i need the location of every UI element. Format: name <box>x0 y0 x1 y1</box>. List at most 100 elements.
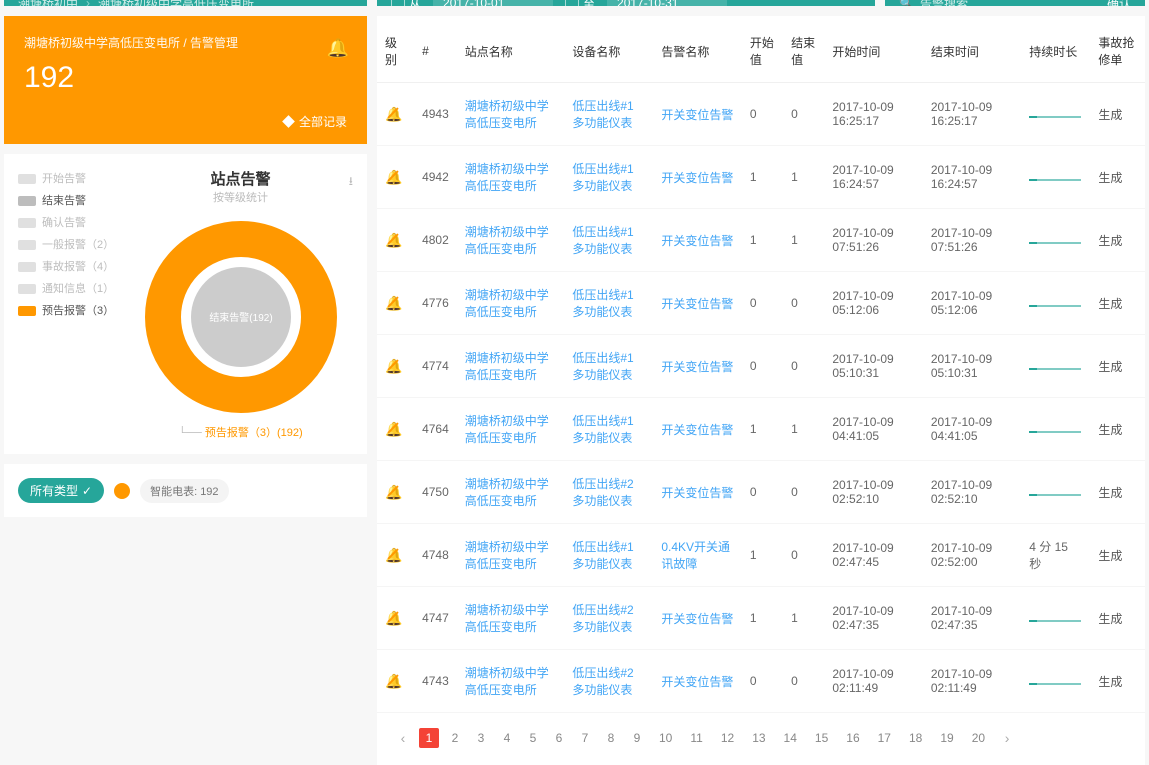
site-link[interactable]: 潮塘桥初级中学高低压变电所 <box>457 335 565 398</box>
legend-item[interactable]: 预告报警（3） <box>18 300 118 322</box>
legend-label: 事故报警（4） <box>42 256 114 278</box>
pager-page[interactable]: 7 <box>575 728 595 748</box>
alarm-link[interactable]: 开关变位告警 <box>653 650 741 713</box>
legend-item[interactable]: 结束告警 <box>18 190 118 212</box>
device-link[interactable]: 低压出线#1多功能仪表 <box>564 209 653 272</box>
device-link[interactable]: 低压出线#1多功能仪表 <box>564 83 653 146</box>
pager-page[interactable]: 9 <box>627 728 647 748</box>
id-cell: 4743 <box>414 650 457 713</box>
date-from-input[interactable] <box>433 0 553 6</box>
breadcrumb-a[interactable]: 潮塘桥初中 <box>18 0 78 6</box>
search-placeholder[interactable]: 告警搜索 <box>920 0 968 6</box>
alarm-link[interactable]: 开关变位告警 <box>653 461 741 524</box>
site-link[interactable]: 潮塘桥初级中学高低压变电所 <box>457 83 565 146</box>
device-link[interactable]: 低压出线#2多功能仪表 <box>564 650 653 713</box>
pager-page[interactable]: 19 <box>934 728 959 748</box>
pager-page[interactable]: 20 <box>966 728 991 748</box>
breadcrumb-b[interactable]: 潮塘桥初级中学高低压变电所 <box>98 0 254 6</box>
generate-button[interactable]: 生成 <box>1090 398 1145 461</box>
pager-next[interactable]: › <box>997 727 1017 749</box>
device-link[interactable]: 低压出线#1多功能仪表 <box>564 272 653 335</box>
alarm-link[interactable]: 开关变位告警 <box>653 209 741 272</box>
bell-off-icon: 🔔 <box>385 484 402 501</box>
generate-button[interactable]: 生成 <box>1090 146 1145 209</box>
alarm-summary-card: 潮塘桥初级中学高低压变电所 / 告警管理 🔔 192 全部记录 <box>4 16 367 144</box>
date-to-input[interactable] <box>607 0 727 6</box>
pager-page[interactable]: 1 <box>419 728 439 748</box>
start-time: 2017-10-09 16:25:17 <box>824 83 922 146</box>
site-link[interactable]: 潮塘桥初级中学高低压变电所 <box>457 587 565 650</box>
device-link[interactable]: 低压出线#2多功能仪表 <box>564 461 653 524</box>
pager-page[interactable]: 2 <box>445 728 465 748</box>
table-header: 设备名称 <box>564 20 653 83</box>
table-row: 🔔4743潮塘桥初级中学高低压变电所低压出线#2多功能仪表开关变位告警00201… <box>377 650 1145 713</box>
alarm-link[interactable]: 开关变位告警 <box>653 398 741 461</box>
pager-page[interactable]: 15 <box>809 728 834 748</box>
table-header: 事故抢修单 <box>1090 20 1145 83</box>
start-value: 0 <box>742 272 783 335</box>
all-types-pill[interactable]: 所有类型 ✓ <box>18 478 104 503</box>
alarm-link[interactable]: 开关变位告警 <box>653 146 741 209</box>
site-link[interactable]: 潮塘桥初级中学高低压变电所 <box>457 461 565 524</box>
download-icon[interactable]: ⭳ <box>349 172 353 193</box>
pager-page[interactable]: 5 <box>523 728 543 748</box>
generate-button[interactable]: 生成 <box>1090 524 1145 587</box>
confirm-button[interactable]: 确认 <box>1107 0 1131 6</box>
site-link[interactable]: 潮塘桥初级中学高低压变电所 <box>457 398 565 461</box>
legend-item[interactable]: 开始告警 <box>18 168 118 190</box>
donut-chart: 结束告警(192) <box>141 217 341 417</box>
generate-button[interactable]: 生成 <box>1090 587 1145 650</box>
alarm-link[interactable]: 开关变位告警 <box>653 83 741 146</box>
site-link[interactable]: 潮塘桥初级中学高低压变电所 <box>457 209 565 272</box>
site-link[interactable]: 潮塘桥初级中学高低压变电所 <box>457 272 565 335</box>
alarm-link[interactable]: 0.4KV开关通讯故障 <box>653 524 741 587</box>
device-link[interactable]: 低压出线#1多功能仪表 <box>564 398 653 461</box>
legend-item[interactable]: 通知信息（1） <box>18 278 118 300</box>
legend-item[interactable]: 一般报警（2） <box>18 234 118 256</box>
pager-page[interactable]: 6 <box>549 728 569 748</box>
table-header: 告警名称 <box>653 20 741 83</box>
device-link[interactable]: 低压出线#1多功能仪表 <box>564 146 653 209</box>
start-value: 1 <box>742 398 783 461</box>
pager-page[interactable]: 17 <box>872 728 897 748</box>
site-link[interactable]: 潮塘桥初级中学高低压变电所 <box>457 146 565 209</box>
device-link[interactable]: 低压出线#2多功能仪表 <box>564 587 653 650</box>
pager-page[interactable]: 11 <box>684 728 708 748</box>
pager-page[interactable]: 13 <box>746 728 771 748</box>
id-cell: 4748 <box>414 524 457 587</box>
pager-page[interactable]: 16 <box>840 728 865 748</box>
pager-page[interactable]: 4 <box>497 728 517 748</box>
end-value: 0 <box>783 335 824 398</box>
generate-button[interactable]: 生成 <box>1090 209 1145 272</box>
pager-prev[interactable]: ‹ <box>393 727 413 749</box>
all-records-link[interactable]: 全部记录 <box>24 113 347 130</box>
site-link[interactable]: 潮塘桥初级中学高低压变电所 <box>457 650 565 713</box>
generate-button[interactable]: 生成 <box>1090 272 1145 335</box>
pager-page[interactable]: 18 <box>903 728 928 748</box>
end-time: 2017-10-09 02:47:35 <box>923 587 1021 650</box>
generate-button[interactable]: 生成 <box>1090 461 1145 524</box>
level-cell: 🔔 <box>377 524 414 587</box>
pager-page[interactable]: 12 <box>715 728 740 748</box>
device-link[interactable]: 低压出线#1多功能仪表 <box>564 524 653 587</box>
table-row: 🔔4748潮塘桥初级中学高低压变电所低压出线#1多功能仪表0.4KV开关通讯故障… <box>377 524 1145 587</box>
generate-button[interactable]: 生成 <box>1090 83 1145 146</box>
chevron-right-icon: › <box>86 0 90 6</box>
filter-chip[interactable]: 智能电表: 192 <box>140 479 228 503</box>
alarm-link[interactable]: 开关变位告警 <box>653 335 741 398</box>
generate-button[interactable]: 生成 <box>1090 335 1145 398</box>
id-cell: 4802 <box>414 209 457 272</box>
filter-toggle[interactable] <box>114 483 130 499</box>
alarm-link[interactable]: 开关变位告警 <box>653 587 741 650</box>
legend-item[interactable]: 确认告警 <box>18 212 118 234</box>
device-link[interactable]: 低压出线#1多功能仪表 <box>564 335 653 398</box>
pager-page[interactable]: 8 <box>601 728 621 748</box>
pager-page[interactable]: 10 <box>653 728 678 748</box>
alarm-link[interactable]: 开关变位告警 <box>653 272 741 335</box>
pager-page[interactable]: 3 <box>471 728 491 748</box>
legend-item[interactable]: 事故报警（4） <box>18 256 118 278</box>
site-link[interactable]: 潮塘桥初级中学高低压变电所 <box>457 524 565 587</box>
generate-button[interactable]: 生成 <box>1090 650 1145 713</box>
pager-page[interactable]: 14 <box>778 728 803 748</box>
alarm-table-card: 级别#站点名称设备名称告警名称开始值结束值开始时间结束时间持续时长事故抢修单 🔔… <box>377 16 1145 765</box>
